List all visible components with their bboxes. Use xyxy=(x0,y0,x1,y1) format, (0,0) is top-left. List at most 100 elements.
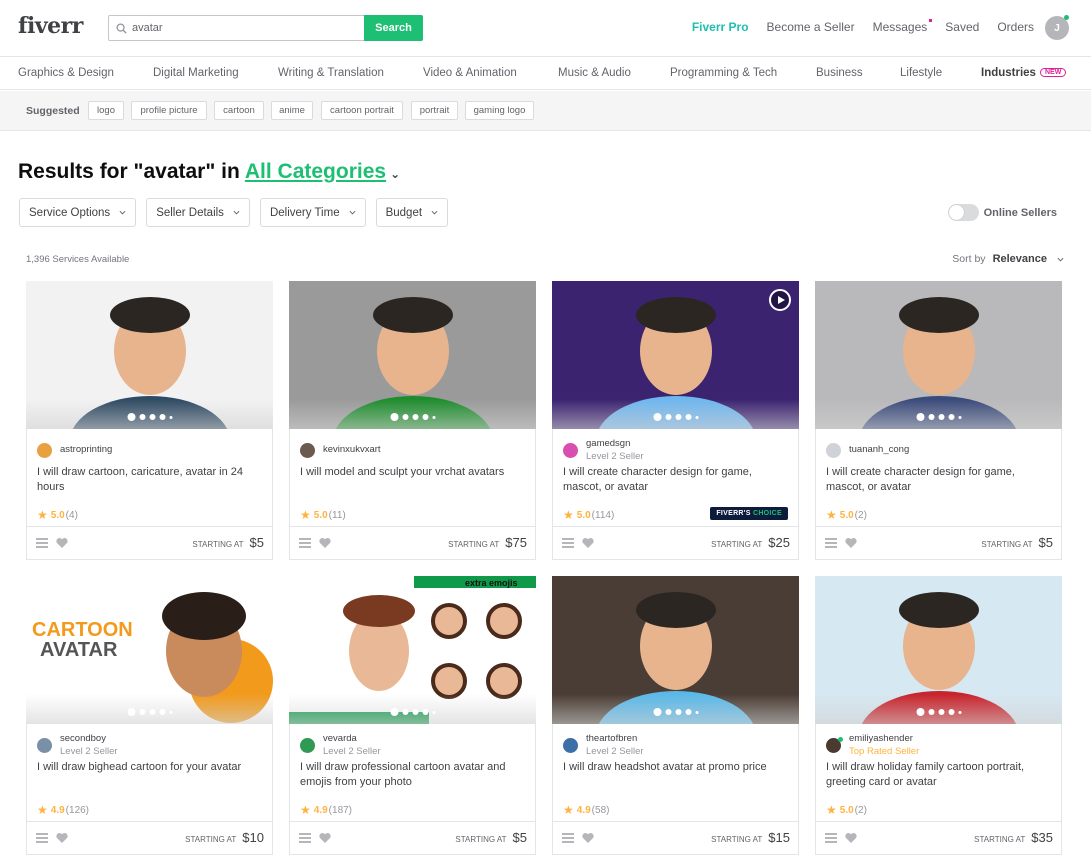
gig-card[interactable]: gamedsgn Level 2 Seller I will create ch… xyxy=(552,281,799,560)
carousel-dot[interactable] xyxy=(159,414,165,420)
collections-menu-icon[interactable] xyxy=(36,538,48,548)
carousel-dots[interactable] xyxy=(388,708,437,716)
fiverr-logo[interactable]: fiverr xyxy=(18,13,83,39)
gig-title[interactable]: I will create character design for game,… xyxy=(826,465,1051,495)
carousel-dots[interactable] xyxy=(125,413,174,421)
carousel-dot[interactable] xyxy=(948,709,954,715)
online-sellers-toggle[interactable] xyxy=(947,204,979,221)
carousel-dot[interactable] xyxy=(916,708,924,716)
carousel-dot[interactable] xyxy=(412,414,418,420)
gig-card[interactable]: kevinxukvxart I will model and sculpt yo… xyxy=(289,281,536,560)
carousel-dot[interactable] xyxy=(916,413,924,421)
carousel-dot[interactable] xyxy=(675,709,681,715)
gig-thumbnail[interactable] xyxy=(289,281,536,429)
gig-title[interactable]: I will draw holiday family cartoon portr… xyxy=(826,760,1051,790)
carousel-dot[interactable] xyxy=(127,413,135,421)
carousel-dots[interactable] xyxy=(125,708,174,716)
collections-menu-icon[interactable] xyxy=(299,538,311,548)
collections-menu-icon[interactable] xyxy=(825,833,837,843)
carousel-dot[interactable] xyxy=(402,414,408,420)
chevron-down-icon[interactable]: ⌄ xyxy=(390,167,400,181)
gig-card[interactable]: theartofbren Level 2 Seller I will draw … xyxy=(552,576,799,855)
all-categories-link[interactable]: All Categories xyxy=(245,160,386,183)
gig-card[interactable]: extra emojis vevarda Level 2 Seller I wi… xyxy=(289,576,536,855)
carousel-dot[interactable] xyxy=(938,414,944,420)
seller-avatar[interactable] xyxy=(37,443,52,458)
suggested-chip[interactable]: anime xyxy=(271,101,313,120)
carousel-dot[interactable] xyxy=(653,708,661,716)
filter-delivery-time[interactable]: Delivery Time xyxy=(259,198,366,227)
nav-fiverr-pro[interactable]: Fiverr Pro xyxy=(692,20,749,34)
carousel-dot[interactable] xyxy=(685,414,691,420)
category-industries[interactable]: Industries NEW xyxy=(981,67,1067,79)
gig-title[interactable]: I will create character design for game,… xyxy=(563,465,788,495)
heart-icon[interactable] xyxy=(582,832,594,844)
seller-avatar[interactable] xyxy=(37,738,52,753)
suggested-chip[interactable]: gaming logo xyxy=(465,101,534,120)
carousel-dot[interactable] xyxy=(695,710,698,714)
carousel-dot[interactable] xyxy=(149,414,155,420)
carousel-dot[interactable] xyxy=(432,415,435,419)
suggested-chip[interactable]: profile picture xyxy=(131,101,207,120)
seller-name[interactable]: secondboy xyxy=(60,733,118,745)
gig-title[interactable]: I will draw headshot avatar at promo pri… xyxy=(563,760,788,775)
seller-avatar[interactable] xyxy=(826,737,843,753)
carousel-dots[interactable] xyxy=(914,708,963,716)
carousel-dot[interactable] xyxy=(665,709,671,715)
seller-avatar[interactable] xyxy=(300,738,315,753)
carousel-dots[interactable] xyxy=(651,413,700,421)
carousel-dot[interactable] xyxy=(127,708,135,716)
gig-thumbnail[interactable] xyxy=(552,281,799,429)
suggested-chip[interactable]: logo xyxy=(88,101,124,120)
gig-title[interactable]: I will draw cartoon, caricature, avatar … xyxy=(37,465,262,495)
filter-budget[interactable]: Budget xyxy=(375,198,449,227)
carousel-dot[interactable] xyxy=(653,413,661,421)
seller-name[interactable]: emiliyashender xyxy=(849,733,919,745)
seller-name[interactable]: kevinxukvxart xyxy=(323,444,381,456)
carousel-dot[interactable] xyxy=(958,415,961,419)
collections-menu-icon[interactable] xyxy=(562,833,574,843)
category-music-audio[interactable]: Music & Audio xyxy=(558,67,631,79)
search-box[interactable] xyxy=(108,15,364,41)
category-lifestyle[interactable]: Lifestyle xyxy=(900,67,942,79)
nav-messages[interactable]: Messages xyxy=(873,19,933,34)
user-avatar[interactable]: J xyxy=(1045,15,1069,40)
gig-thumbnail[interactable] xyxy=(815,576,1062,724)
suggested-chip[interactable]: cartoon portrait xyxy=(321,101,403,120)
nav-become-seller[interactable]: Become a Seller xyxy=(767,20,855,34)
collections-menu-icon[interactable] xyxy=(36,833,48,843)
carousel-dot[interactable] xyxy=(169,415,172,419)
suggested-chip[interactable]: portrait xyxy=(411,101,458,120)
category-digital-marketing[interactable]: Digital Marketing xyxy=(153,67,239,79)
category-graphics-design[interactable]: Graphics & Design xyxy=(18,67,114,79)
seller-name[interactable]: astroprinting xyxy=(60,444,112,456)
heart-icon[interactable] xyxy=(845,832,857,844)
carousel-dot[interactable] xyxy=(928,709,934,715)
carousel-dot[interactable] xyxy=(159,709,165,715)
play-video-icon[interactable] xyxy=(769,289,791,311)
carousel-dot[interactable] xyxy=(958,710,961,714)
filter-seller-details[interactable]: Seller Details xyxy=(146,198,250,227)
nav-orders[interactable]: Orders xyxy=(997,20,1034,34)
carousel-dot[interactable] xyxy=(402,709,408,715)
heart-icon[interactable] xyxy=(56,832,68,844)
heart-icon[interactable] xyxy=(56,537,68,549)
carousel-dots[interactable] xyxy=(914,413,963,421)
gig-thumbnail[interactable] xyxy=(552,576,799,724)
nav-saved[interactable]: Saved xyxy=(945,20,979,34)
gig-thumbnail[interactable] xyxy=(26,281,273,429)
gig-thumbnail[interactable] xyxy=(815,281,1062,429)
seller-avatar[interactable] xyxy=(300,443,315,458)
filter-service-options[interactable]: Service Options xyxy=(19,198,137,227)
carousel-dot[interactable] xyxy=(695,415,698,419)
gig-card[interactable]: emiliyashender Top Rated Seller I will d… xyxy=(815,576,1062,855)
gig-thumbnail[interactable]: CARTOON AVATAR xyxy=(26,576,273,724)
category-programming-tech[interactable]: Programming & Tech xyxy=(670,67,777,79)
carousel-dot[interactable] xyxy=(685,709,691,715)
collections-menu-icon[interactable] xyxy=(825,538,837,548)
seller-name[interactable]: vevarda xyxy=(323,733,381,745)
carousel-dots[interactable] xyxy=(388,413,437,421)
gig-title[interactable]: I will model and sculpt your vrchat avat… xyxy=(300,465,525,480)
collections-menu-icon[interactable] xyxy=(299,833,311,843)
heart-icon[interactable] xyxy=(319,832,331,844)
